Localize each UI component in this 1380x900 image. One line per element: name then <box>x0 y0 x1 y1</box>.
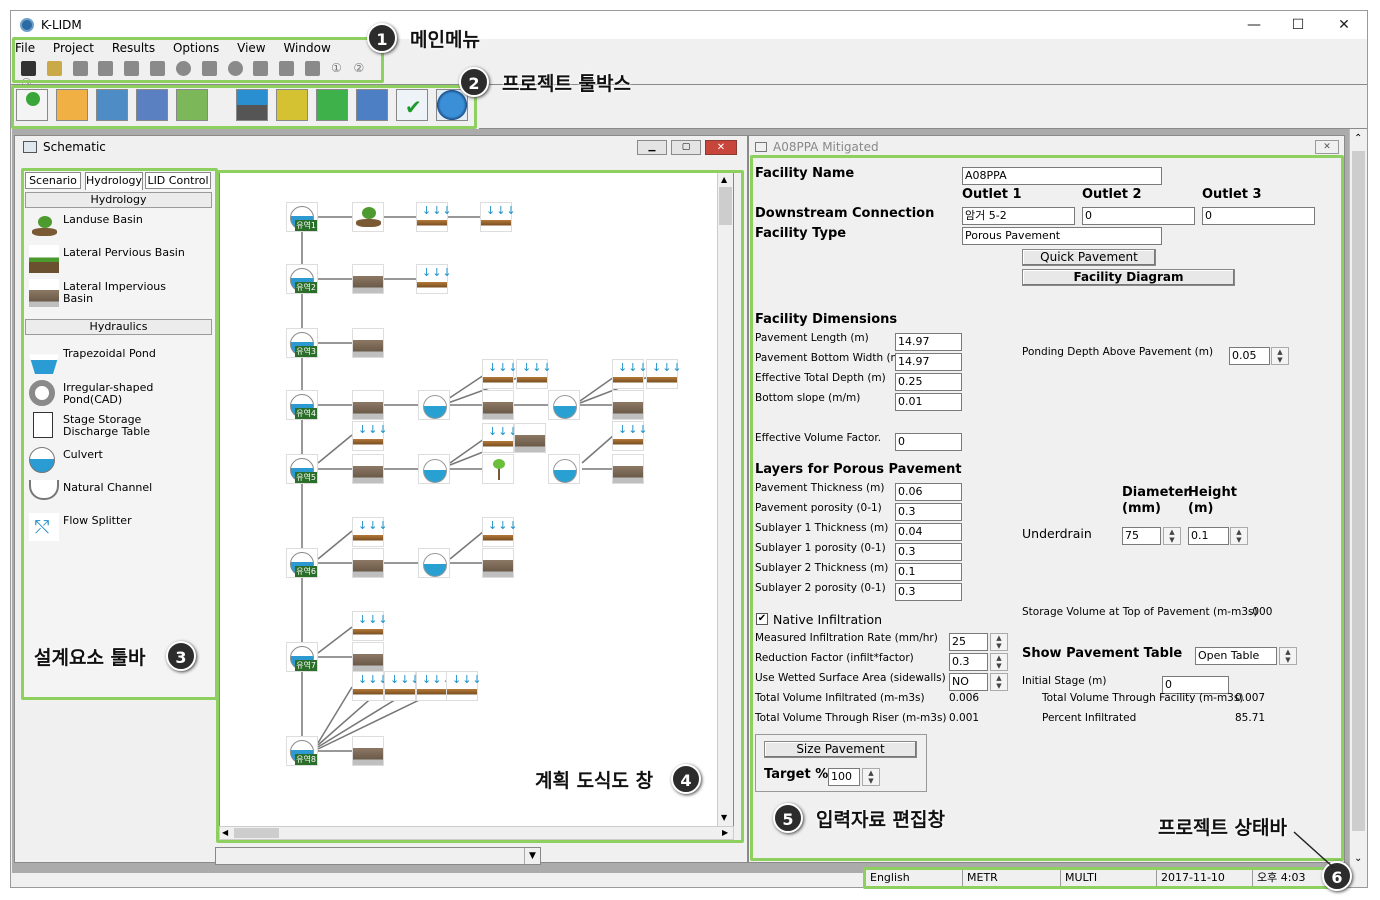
application-window: K-LIDM — ☐ ✕ File Project Results Option… <box>10 10 1368 889</box>
callout-leader-line <box>1293 831 1335 869</box>
catchment-label: 유역5 <box>295 472 317 483</box>
schematic-minimize-button[interactable]: ▁ <box>637 140 667 155</box>
status-bar-highlight <box>863 867 1339 889</box>
catchment-label: 유역8 <box>295 754 317 765</box>
callout-badge: 1 <box>367 23 397 53</box>
schematic-canvas-highlight <box>216 170 744 843</box>
callout-label: 설계요소 툴바 <box>34 647 146 669</box>
main-menu-highlight <box>12 37 384 83</box>
mdi-scroll-up-icon[interactable]: ⌃ <box>1354 133 1362 144</box>
schematic-restore-button[interactable]: ▢ <box>671 140 701 155</box>
window-icon <box>23 141 37 153</box>
editor-window-icon <box>755 142 767 152</box>
catchment-label: 유역1 <box>295 220 317 231</box>
callout-label: 입력자료 편집창 <box>816 809 945 831</box>
maximize-button[interactable]: ☐ <box>1283 15 1313 35</box>
catchment-label: 유역3 <box>295 346 317 357</box>
schematic-window: Schematic ▁ ▢ ✕ Scenario Hydrology LID C… <box>14 135 748 865</box>
app-title: K-LIDM <box>41 18 82 32</box>
catchment-label: 유역4 <box>295 408 317 419</box>
schematic-title: Schematic <box>43 140 106 154</box>
callout-badge: 4 <box>671 764 701 794</box>
app-logo-icon <box>20 18 34 32</box>
mdi-scroll-down-icon[interactable]: ⌄ <box>1354 853 1362 864</box>
callout-label: 메인메뉴 <box>410 29 480 51</box>
callout-label: 프로젝트 상태바 <box>1158 817 1287 839</box>
callout-label: 프로젝트 툴박스 <box>502 73 631 95</box>
editor-window: A08PPA Mitigated ✕ Facility Name A08PPA … <box>748 135 1345 863</box>
editor-close-button[interactable]: ✕ <box>1315 140 1339 154</box>
callout-label: 계획 도식도 창 <box>535 770 654 792</box>
callout-badge: 2 <box>459 67 489 97</box>
mdi-scroll-thumb[interactable] <box>1352 151 1365 831</box>
editor-form-highlight <box>750 155 1344 861</box>
callout-badge: 3 <box>166 641 196 671</box>
schematic-titlebar: Schematic ▁ ▢ ✕ <box>15 136 747 158</box>
scenario-dropdown[interactable]: ▼ <box>215 847 541 865</box>
callout-badge: 5 <box>773 803 803 833</box>
catchment-label: 유역7 <box>295 660 317 671</box>
catchment-label: 유역2 <box>295 282 317 293</box>
minimize-button[interactable]: — <box>1239 15 1269 35</box>
title-bar: K-LIDM — ☐ ✕ <box>11 11 1367 39</box>
design-toolbar-highlight <box>21 168 218 700</box>
close-button[interactable]: ✕ <box>1329 15 1359 35</box>
chevron-down-icon[interactable]: ▼ <box>524 848 540 864</box>
mdi-vertical-scrollbar[interactable]: ⌃ ⌄ <box>1349 129 1367 873</box>
project-toolbox-highlight <box>11 85 477 129</box>
catchment-label: 유역6 <box>295 566 317 577</box>
schematic-close-button[interactable]: ✕ <box>705 140 737 155</box>
